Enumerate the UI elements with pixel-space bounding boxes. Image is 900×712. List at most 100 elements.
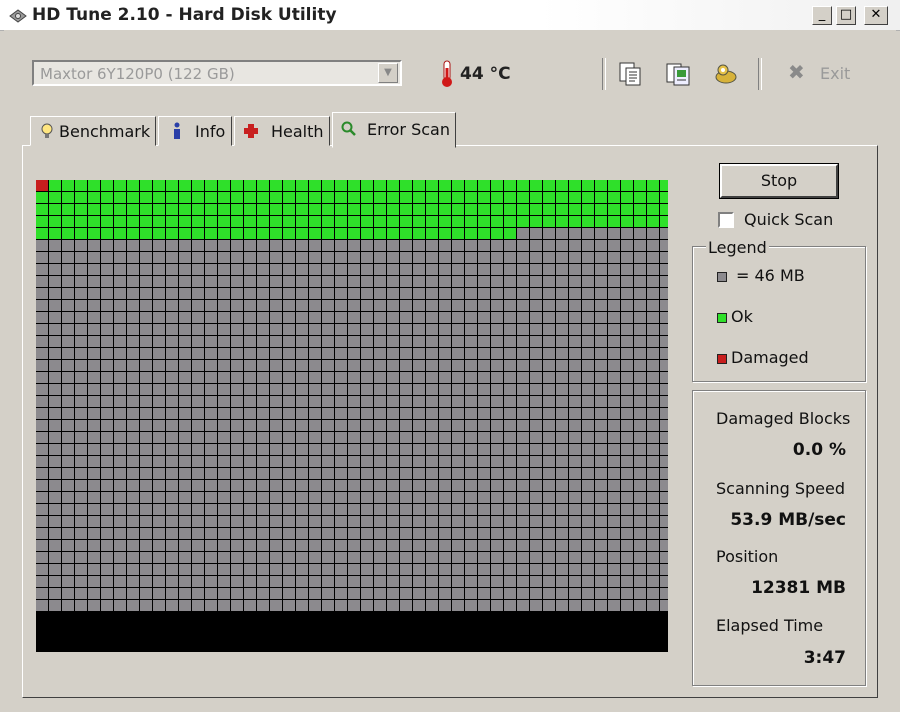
copy-screenshot-icon[interactable] <box>664 60 692 88</box>
pending-block <box>296 360 308 371</box>
ok-block <box>452 192 464 203</box>
pending-block <box>335 600 347 611</box>
pending-block <box>309 348 321 359</box>
pending-block <box>75 240 87 251</box>
pending-block <box>283 312 295 323</box>
pending-block <box>582 300 594 311</box>
pending-block <box>413 252 425 263</box>
stop-button[interactable]: Stop <box>719 163 839 199</box>
pending-block <box>647 384 659 395</box>
pending-block <box>595 468 607 479</box>
pending-block <box>569 264 581 275</box>
pending-block <box>452 324 464 335</box>
pending-block <box>608 564 620 575</box>
minimize-button[interactable]: _ <box>812 6 832 25</box>
tab-error-scan[interactable]: Error Scan <box>332 112 456 148</box>
pending-block <box>426 240 438 251</box>
ok-block <box>374 192 386 203</box>
pending-block <box>439 420 451 431</box>
pending-block <box>88 336 100 347</box>
pending-block <box>257 372 269 383</box>
pending-block <box>556 288 568 299</box>
pending-block <box>400 480 412 491</box>
pending-block <box>361 252 373 263</box>
pending-block <box>413 444 425 455</box>
close-button[interactable]: ✕ <box>864 6 888 25</box>
options-icon[interactable] <box>712 60 740 88</box>
drive-select[interactable]: Maxtor 6Y120P0 (122 GB) ▼ <box>32 60 402 86</box>
pending-block <box>192 552 204 563</box>
pending-block <box>465 576 477 587</box>
pending-block <box>465 372 477 383</box>
pending-block <box>660 540 668 551</box>
pending-block <box>231 588 243 599</box>
tab-benchmark[interactable]: Benchmark <box>30 116 156 146</box>
pending-block <box>101 456 113 467</box>
pending-block <box>218 384 230 395</box>
pending-block <box>400 276 412 287</box>
copy-text-icon[interactable] <box>616 60 644 88</box>
pending-block <box>114 252 126 263</box>
pending-block <box>582 396 594 407</box>
pending-block <box>621 336 633 347</box>
tab-health[interactable]: Health <box>234 116 330 146</box>
toolbar-separator <box>602 58 606 90</box>
pending-block <box>322 444 334 455</box>
pending-block <box>491 480 503 491</box>
pending-block <box>621 348 633 359</box>
pending-block <box>608 552 620 563</box>
pending-block <box>127 588 139 599</box>
pending-block <box>36 432 48 443</box>
pending-block <box>257 444 269 455</box>
pending-block <box>257 516 269 527</box>
pending-block <box>413 576 425 587</box>
chevron-down-icon[interactable]: ▼ <box>378 63 398 83</box>
pending-block <box>231 528 243 539</box>
pending-block <box>530 324 542 335</box>
pending-block <box>218 540 230 551</box>
pending-block <box>322 360 334 371</box>
pending-block <box>608 456 620 467</box>
pending-block <box>153 468 165 479</box>
pending-block <box>75 552 87 563</box>
tab-info[interactable]: Info <box>158 116 232 146</box>
pending-block <box>621 480 633 491</box>
ok-block <box>517 180 529 191</box>
pending-block <box>400 420 412 431</box>
pending-block <box>62 600 74 611</box>
pending-block <box>491 300 503 311</box>
pending-block <box>335 300 347 311</box>
ok-block <box>166 180 178 191</box>
pending-block <box>426 408 438 419</box>
pending-block <box>192 240 204 251</box>
pending-block <box>361 300 373 311</box>
pending-block <box>348 360 360 371</box>
maximize-button[interactable]: □ <box>836 6 856 25</box>
pending-block <box>62 264 74 275</box>
pending-block <box>504 432 516 443</box>
pending-block <box>426 576 438 587</box>
pending-block <box>621 288 633 299</box>
pending-block <box>127 408 139 419</box>
pending-block <box>166 564 178 575</box>
quick-scan-checkbox[interactable] <box>718 212 734 228</box>
pending-block <box>608 276 620 287</box>
pending-block <box>205 288 217 299</box>
pending-block <box>595 528 607 539</box>
pending-block <box>205 480 217 491</box>
pending-block <box>36 576 48 587</box>
pending-block <box>192 360 204 371</box>
pending-block <box>478 396 490 407</box>
pending-block <box>205 444 217 455</box>
pending-block <box>231 264 243 275</box>
pending-block <box>88 324 100 335</box>
pending-block <box>231 420 243 431</box>
pending-block <box>257 432 269 443</box>
pending-block <box>114 420 126 431</box>
ok-block <box>322 228 334 239</box>
ok-block <box>283 204 295 215</box>
pending-block <box>75 600 87 611</box>
pending-block <box>621 420 633 431</box>
pending-block <box>205 264 217 275</box>
pending-block <box>283 420 295 431</box>
